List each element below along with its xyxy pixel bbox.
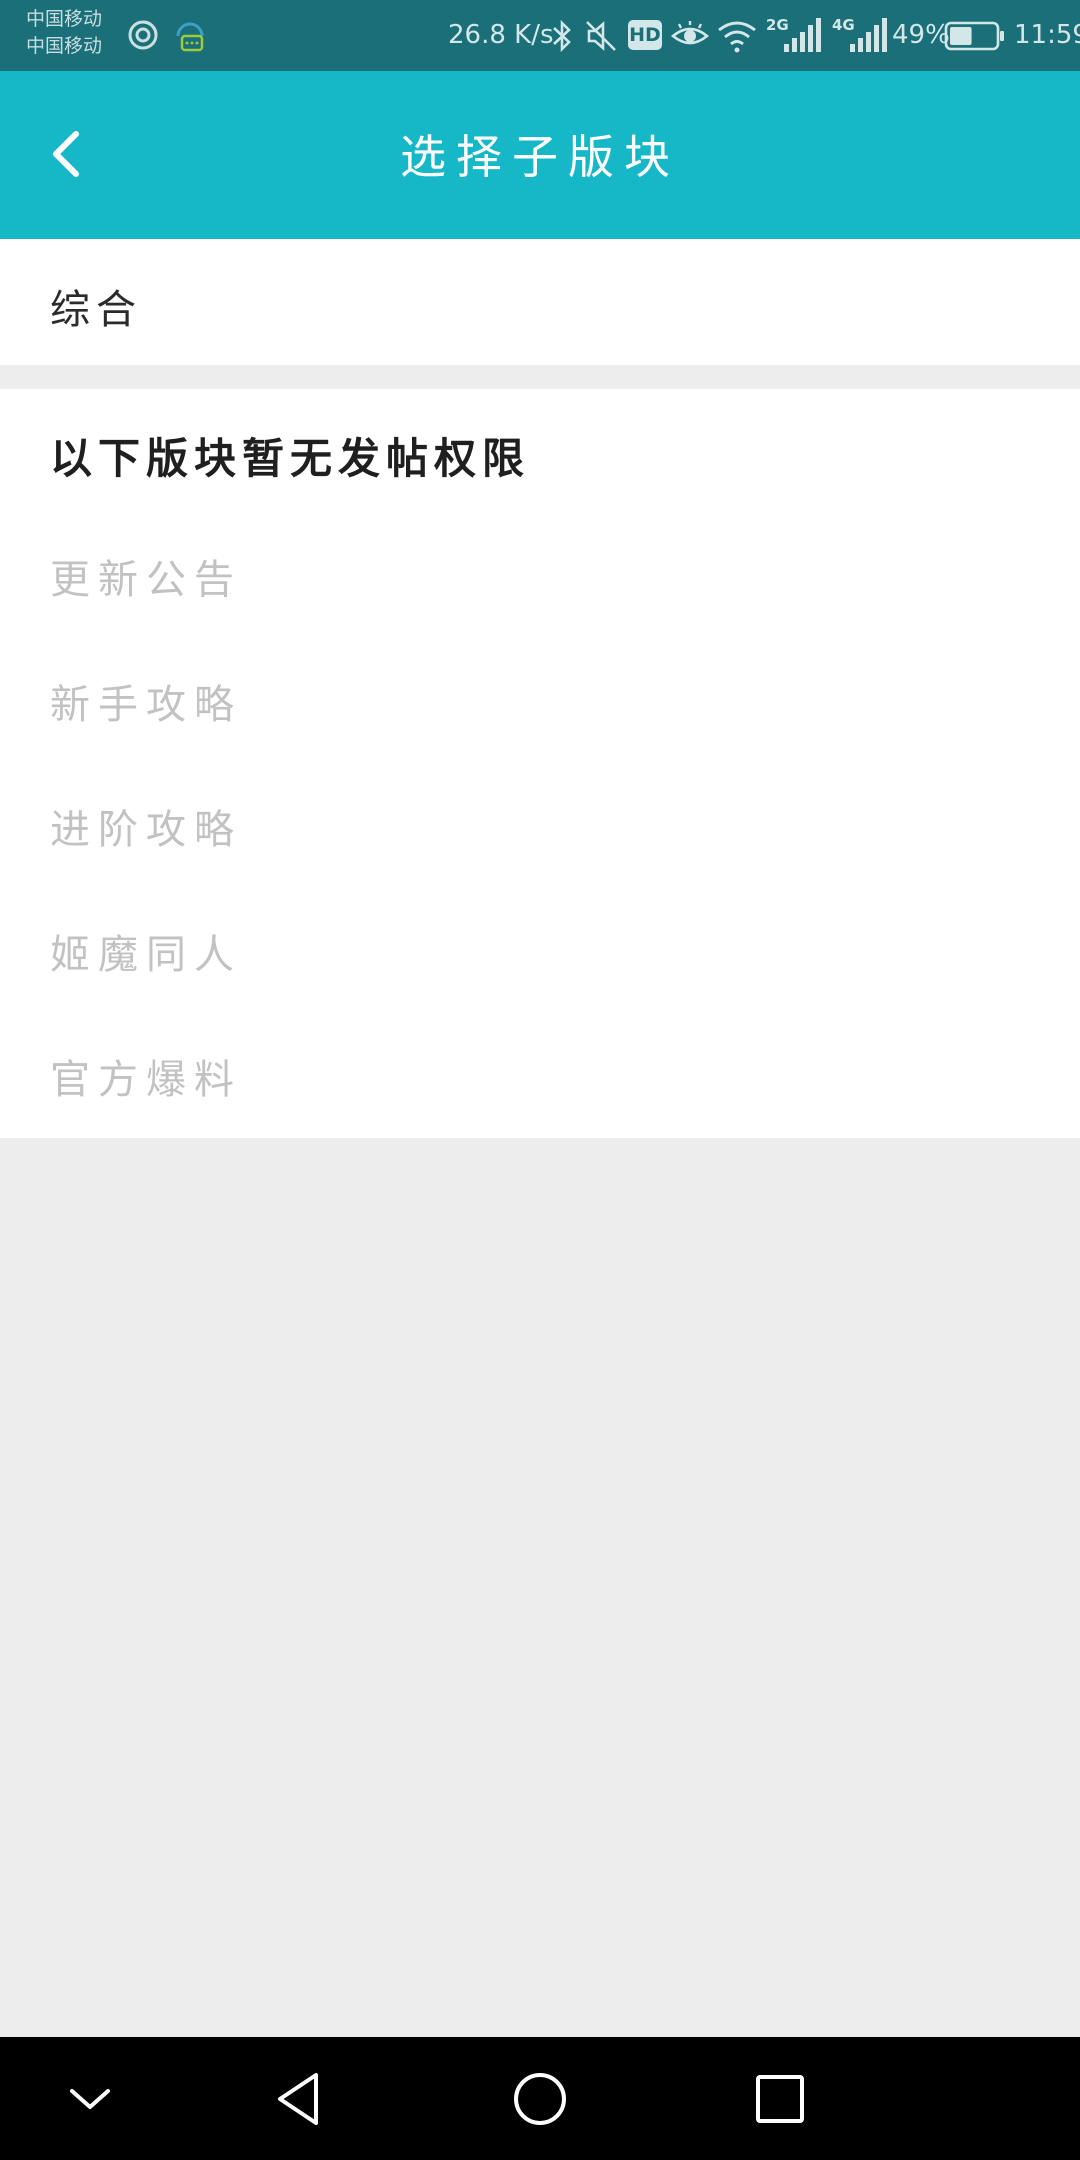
subforum-item-disabled: 更新公告 — [50, 557, 242, 603]
carrier-1: 中国移动 — [26, 8, 103, 30]
status-bar: 中国移动 中国移动 26.8 K/s HD 2G 4G 49% 11:5 — [0, 0, 1080, 71]
nav-recents-button[interactable] — [738, 2057, 822, 2141]
hide-nav-button[interactable] — [48, 2057, 132, 2141]
general-section: 综合 — [0, 239, 1080, 365]
weibo-icon — [128, 20, 158, 50]
restricted-section: 以下版块暂无发帖权限 更新公告 新手攻略 进阶攻略 姬魔同人 官方爆料 — [0, 389, 1080, 1138]
clock: 11:59 — [1014, 20, 1080, 50]
eye-comfort-icon — [670, 21, 710, 45]
subforum-item-general[interactable]: 综合 — [50, 277, 142, 335]
battery-level — [950, 27, 972, 45]
carrier-labels: 中国移动 中国移动 — [26, 6, 136, 60]
subforum-item-disabled: 新手攻略 — [50, 682, 242, 728]
page-title: 选择子版块 — [400, 130, 680, 184]
hd-label: HD — [629, 24, 661, 46]
battery-percent: 49% — [892, 20, 950, 50]
signal-icon-sim2 — [850, 18, 887, 52]
app-header: 选择子版块 — [0, 71, 1080, 239]
recents-square-icon — [756, 2075, 804, 2123]
nav-home-button[interactable] — [498, 2057, 582, 2141]
mute-icon — [586, 21, 616, 51]
message-app-icon — [176, 22, 204, 52]
battery-icon — [944, 21, 1004, 51]
subforum-item-disabled: 官方爆料 — [50, 1057, 242, 1103]
carrier-2: 中国移动 — [26, 35, 103, 57]
wifi-icon — [718, 21, 756, 53]
net-speed: 26.8 K/s — [448, 20, 554, 50]
chevron-down-icon — [70, 2089, 110, 2109]
nav-back-button[interactable] — [258, 2057, 342, 2141]
restricted-heading: 以下版块暂无发帖权限 — [50, 434, 531, 483]
subforum-item-disabled: 进阶攻略 — [50, 807, 242, 853]
back-triangle-icon — [278, 2073, 318, 2125]
system-nav-bar — [0, 2037, 1080, 2160]
bluetooth-icon — [553, 19, 571, 53]
signal-icon-sim1 — [784, 18, 821, 52]
hd-icon: HD — [628, 20, 662, 50]
subforum-item-disabled: 姬魔同人 — [50, 932, 242, 978]
home-circle-icon — [514, 2073, 566, 2125]
